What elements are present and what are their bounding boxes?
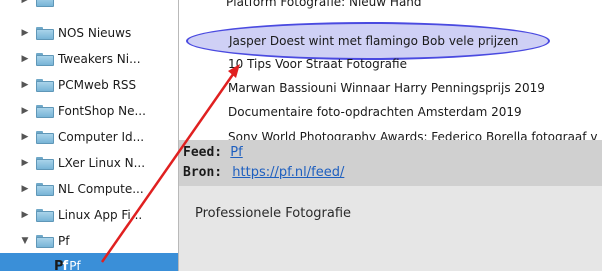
feed-tree-sidebar[interactable]: ▶ ▶ NOS Nieuws ▶ Tweakers Ni... ▶ PCMweb… xyxy=(0,0,179,271)
tree-item-label: Computer Id... xyxy=(58,130,145,144)
tree-item-partial[interactable]: ▶ xyxy=(0,0,178,13)
tree-item-label: Linux App Fi... xyxy=(58,208,143,222)
tree-item-label: PCMweb RSS xyxy=(58,78,137,92)
tree-item-fontshop[interactable]: ▶ FontShop Ne... xyxy=(0,98,178,124)
collapse-arrow-icon[interactable]: ▼ xyxy=(18,236,32,246)
article-item[interactable]: Jasper Doest wint met flamingo Bob vele … xyxy=(229,30,602,52)
expand-arrow-icon[interactable]: ▶ xyxy=(18,80,32,90)
article-partial-top[interactable]: Platform Fotografie: Nieuw Hand xyxy=(226,0,602,13)
pf-feed-icon: Pf xyxy=(54,258,68,271)
tree-item-label: NL Compute... xyxy=(58,182,144,196)
source-line: Bron: https://pf.nl/feed/ xyxy=(183,163,344,183)
tree-item-nl-computer[interactable]: ▶ NL Compute... xyxy=(0,176,178,202)
expand-arrow-icon[interactable]: ▶ xyxy=(18,210,32,220)
folder-icon xyxy=(36,104,54,118)
article-item[interactable]: Documentaire foto-opdrachten Amsterdam 2… xyxy=(228,101,602,123)
tree-item-label: FontShop Ne... xyxy=(58,104,146,118)
article-item[interactable]: Marwan Bassiouni Winnaar Harry Penningsp… xyxy=(228,77,602,99)
tree-item-pf-folder[interactable]: ▼ Pf xyxy=(0,228,178,254)
expand-arrow-icon[interactable]: ▶ xyxy=(18,158,32,168)
folder-icon xyxy=(36,130,54,144)
article-item-partial[interactable]: Sony World Photography Awards: Federico … xyxy=(228,126,602,140)
tree-item-linux-app-finder[interactable]: ▶ Linux App Fi... xyxy=(0,202,178,228)
source-label: Bron: xyxy=(183,165,223,180)
folder-icon xyxy=(36,78,54,92)
expand-arrow-icon[interactable]: ▶ xyxy=(18,132,32,142)
tree-item-label: Tweakers Ni... xyxy=(58,52,141,66)
feed-link[interactable]: Pf xyxy=(230,145,242,160)
expand-arrow-icon[interactable]: ▶ xyxy=(18,106,32,116)
source-link[interactable]: https://pf.nl/feed/ xyxy=(232,165,344,180)
folder-icon xyxy=(36,26,54,40)
tree-item-nos-nieuws[interactable]: ▶ NOS Nieuws xyxy=(0,20,178,46)
tree-item-computer-idee[interactable]: ▶ Computer Id... xyxy=(0,124,178,150)
expand-arrow-icon[interactable]: ▶ xyxy=(18,184,32,194)
folder-icon xyxy=(36,156,54,170)
tree-item-tweakers[interactable]: ▶ Tweakers Ni... xyxy=(0,46,178,72)
folder-icon xyxy=(36,182,54,196)
expand-arrow-icon[interactable]: ▶ xyxy=(18,28,32,38)
feed-details-panel: Feed: Pf Bron: https://pf.nl/feed/ Profe… xyxy=(179,140,602,271)
article-item[interactable]: 10 Tips Voor Straat Fotografie xyxy=(228,53,602,75)
tree-item-lxer[interactable]: ▶ LXer Linux N... xyxy=(0,150,178,176)
folder-icon xyxy=(36,0,54,7)
tree-item-label: NOS Nieuws xyxy=(58,26,132,40)
folder-icon xyxy=(36,52,54,66)
feed-label: Feed: xyxy=(183,145,223,160)
article-list[interactable]: Platform Fotografie: Nieuw Hand Jasper D… xyxy=(179,0,602,140)
feed-reader-window: ▶ ▶ NOS Nieuws ▶ Tweakers Ni... ▶ PCMweb… xyxy=(0,0,602,271)
tree-item-label: Pf xyxy=(69,259,81,271)
feed-meta: Feed: Pf Bron: https://pf.nl/feed/ xyxy=(179,140,602,186)
feed-line: Feed: Pf xyxy=(183,143,243,163)
tree-item-label: LXer Linux N... xyxy=(58,156,146,170)
expand-arrow-icon[interactable]: ▶ xyxy=(18,54,32,64)
folder-icon xyxy=(36,234,54,248)
tree-item-label: Pf xyxy=(58,234,70,248)
folder-icon xyxy=(36,208,54,222)
feed-description: Professionele Fotografie xyxy=(195,206,352,221)
tree-item-pcmweb[interactable]: ▶ PCMweb RSS xyxy=(0,72,178,98)
tree-item-pf-feed[interactable]: Pf Pf xyxy=(0,253,178,271)
expand-arrow-icon[interactable]: ▶ xyxy=(18,0,32,5)
